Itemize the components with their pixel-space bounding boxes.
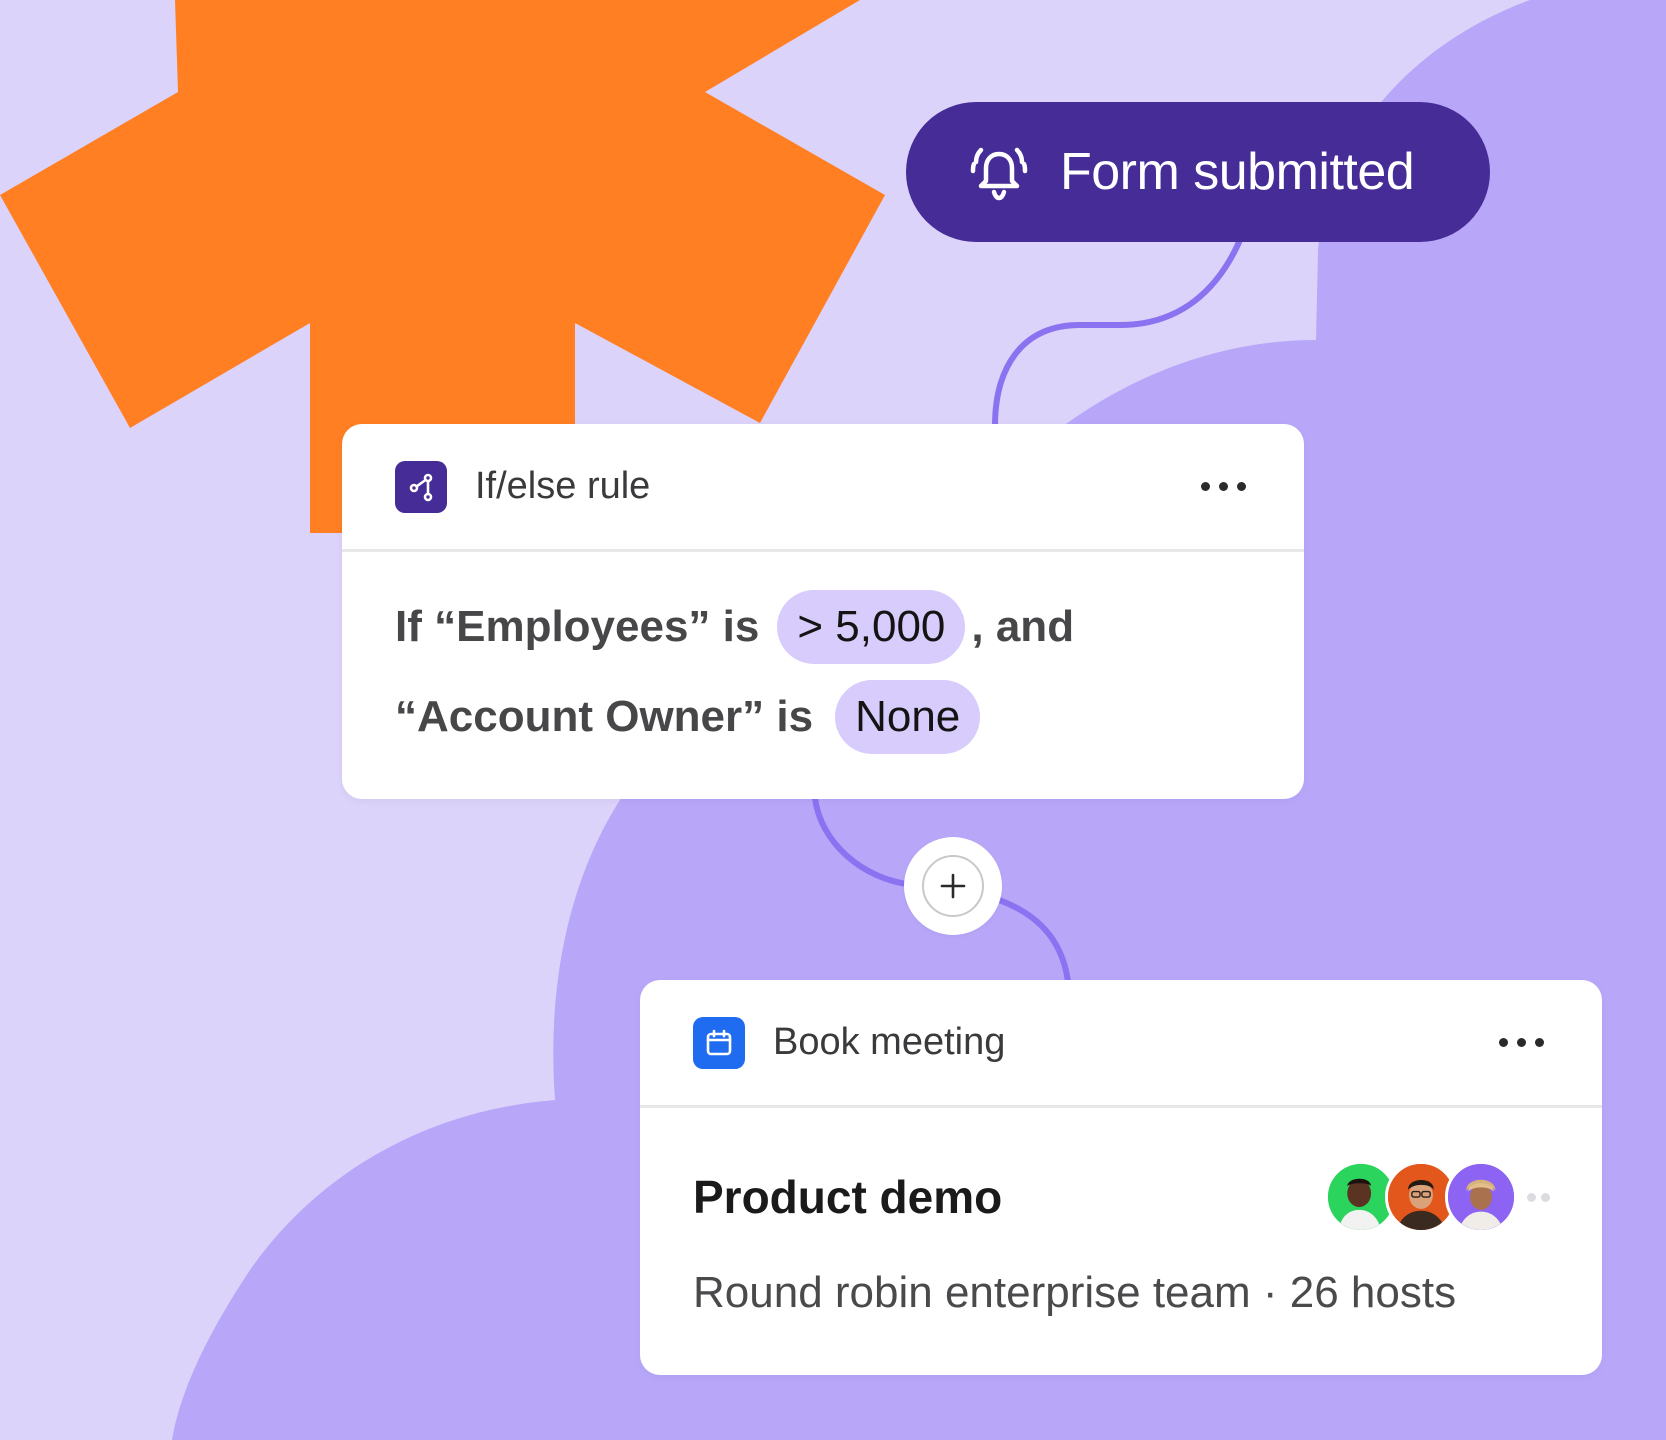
more-horizontal-icon[interactable] xyxy=(1191,472,1256,501)
calendar-icon xyxy=(693,1016,745,1069)
employees-value-chip[interactable]: > 5,000 xyxy=(777,590,966,664)
account-owner-value-chip[interactable]: None xyxy=(835,680,981,754)
rule-card-title: If/else rule xyxy=(475,465,651,507)
book-meeting-card[interactable]: Book meeting Product demo Round robin en… xyxy=(640,980,1602,1375)
if-else-rule-card[interactable]: If/else rule If “Employees” is > 5,000 ,… xyxy=(342,424,1304,799)
event-row: Product demo xyxy=(693,1108,1550,1286)
condition-1-text: If “Employees” is xyxy=(395,602,760,651)
condition-conjunction: , and xyxy=(971,602,1075,651)
trigger-label: Form submitted xyxy=(1060,143,1415,201)
condition-line-1: If “Employees” is > 5,000 , and xyxy=(395,582,1304,672)
rule-conditions: If “Employees” is > 5,000 , and “Account… xyxy=(342,552,1304,762)
plus-icon[interactable] xyxy=(922,855,984,917)
more-horizontal-icon[interactable] xyxy=(1489,1028,1554,1057)
rule-card-header: If/else rule xyxy=(342,424,1304,552)
book-card-header: Book meeting xyxy=(640,980,1602,1108)
more-hosts-indicator xyxy=(1527,1192,1550,1202)
condition-line-2: “Account Owner” is None xyxy=(395,672,1304,762)
event-description: Round robin enterprise team · 26 hosts xyxy=(693,1268,1457,1317)
condition-2-text: “Account Owner” is xyxy=(395,692,814,741)
book-card-title: Book meeting xyxy=(773,1021,1006,1063)
host-avatars[interactable] xyxy=(1325,1161,1550,1233)
form-submitted-trigger[interactable]: Form submitted xyxy=(906,102,1490,242)
event-details: Product demo Round robin enterprise team… xyxy=(640,1108,1602,1318)
add-step-button[interactable] xyxy=(904,837,1002,935)
bell-icon xyxy=(970,147,1028,201)
event-name: Product demo xyxy=(693,1171,1003,1223)
host-avatar-3 xyxy=(1445,1161,1517,1233)
branch-icon xyxy=(395,460,447,513)
